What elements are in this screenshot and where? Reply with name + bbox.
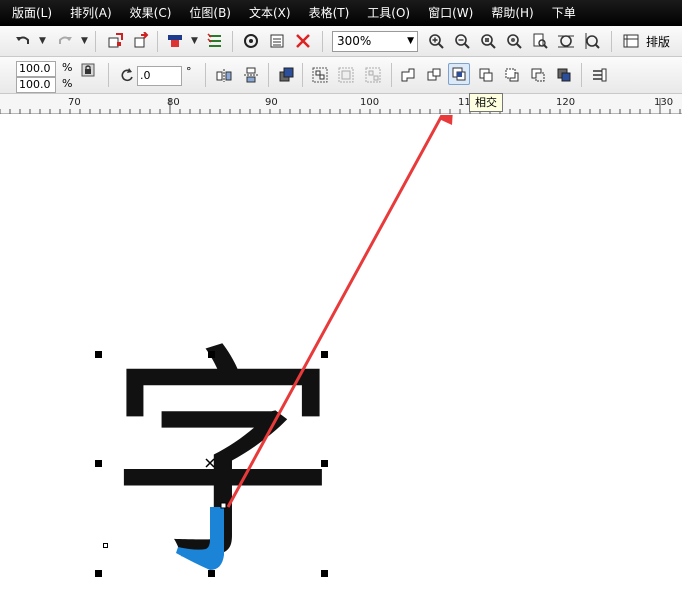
ungroup-icon[interactable] — [335, 64, 357, 86]
annotation-arrow-line — [226, 115, 444, 508]
separator — [322, 31, 323, 52]
canvas-overlay — [176, 115, 453, 570]
selection-handle-tl[interactable] — [95, 351, 102, 358]
horizontal-ruler[interactable]: 70 80 90 100 11 120 130 — [0, 94, 682, 114]
width-unit-label: % — [62, 61, 73, 74]
arrange-icon[interactable] — [275, 64, 297, 86]
menu-layout[interactable]: 版面(L) — [0, 0, 61, 26]
menu-arrange[interactable]: 排列(A) — [61, 0, 121, 26]
separator — [581, 63, 582, 87]
ruler-label: 120 — [556, 97, 576, 108]
selection-handle-mr[interactable] — [321, 460, 328, 467]
separator — [205, 63, 206, 87]
selection-handle-tc[interactable] — [208, 351, 215, 358]
annotation-arrow-head — [439, 115, 453, 125]
drawing-canvas[interactable]: 字 — [0, 115, 682, 597]
selection-handle-ml[interactable] — [95, 460, 102, 467]
separator — [108, 63, 109, 87]
ruler-ticks — [0, 98, 681, 114]
menu-bar: 版面(L) 排列(A) 效果(C) 位图(B) 文本(X) 表格(T) 工具(O… — [0, 0, 682, 26]
rotation-angle-field[interactable]: .0 — [137, 66, 182, 86]
menu-effects[interactable]: 效果(C) — [121, 0, 181, 26]
center-mark-icon — [205, 458, 215, 468]
separator — [391, 63, 392, 87]
import-icon[interactable] — [104, 30, 126, 52]
menu-text[interactable]: 文本(X) — [240, 0, 300, 26]
zoom-in-icon[interactable] — [425, 30, 447, 52]
mirror-h-icon[interactable] — [213, 64, 235, 86]
node-handle — [220, 502, 227, 509]
intersect-tooltip: 相交 — [469, 93, 503, 112]
redo-dropdown-icon[interactable]: ▼ — [81, 36, 88, 46]
separator — [232, 31, 233, 52]
lock-ratio-icon[interactable] — [78, 60, 98, 80]
launcher-icon[interactable] — [204, 30, 226, 52]
publish-pdf-icon[interactable] — [164, 30, 186, 52]
trim-icon[interactable] — [423, 64, 445, 86]
layout-icon[interactable] — [620, 30, 642, 52]
scale-width-field[interactable]: 100.0 — [16, 61, 56, 77]
ruler-label: 90 — [265, 97, 278, 108]
mirror-v-icon[interactable] — [240, 64, 262, 86]
menu-help[interactable]: 帮助(H) — [482, 0, 542, 26]
undo-dropdown-icon[interactable]: ▼ — [39, 36, 46, 46]
menu-window[interactable]: 窗口(W) — [419, 0, 482, 26]
ruler-label: 70 — [68, 97, 81, 108]
separator — [268, 63, 269, 87]
back-minus-front-icon[interactable] — [527, 64, 549, 86]
rotate-icon[interactable] — [116, 64, 138, 86]
degree-unit-label: ° — [186, 65, 192, 78]
selection-handle-bc[interactable] — [208, 570, 215, 577]
separator — [611, 31, 612, 52]
ruler-label: 80 — [167, 97, 180, 108]
zoom-out-icon[interactable] — [451, 30, 473, 52]
node-handle-small[interactable] — [103, 543, 108, 548]
chevron-down-icon: ▼ — [407, 36, 414, 46]
options-icon[interactable] — [240, 30, 262, 52]
redo-icon[interactable] — [54, 30, 76, 52]
menu-bitmaps[interactable]: 位图(B) — [180, 0, 240, 26]
separator — [95, 31, 96, 52]
zoom-selected-icon[interactable] — [477, 30, 499, 52]
selection-handle-br[interactable] — [321, 570, 328, 577]
zoom-height-icon[interactable] — [581, 30, 603, 52]
ruler-label: 130 — [654, 97, 674, 108]
layout-label[interactable]: 排版 — [646, 33, 670, 50]
boundary-icon[interactable] — [553, 64, 575, 86]
simplify-icon[interactable] — [475, 64, 497, 86]
intersect-shape — [176, 507, 224, 570]
separator — [302, 63, 303, 87]
menu-tools[interactable]: 工具(O) — [358, 0, 419, 26]
create-boundary-icon[interactable] — [588, 64, 610, 86]
property-bar: 100.0 100.0 % % .0 ° — [0, 57, 682, 94]
ruler-label: 100 — [360, 97, 380, 108]
view-manager-icon[interactable] — [266, 30, 288, 52]
ungroup-all-icon[interactable] — [362, 64, 384, 86]
zoom-level-select[interactable]: 300% ▼ — [332, 31, 418, 52]
zoom-page-icon[interactable] — [529, 30, 551, 52]
separator — [157, 31, 158, 52]
group-icon[interactable] — [309, 64, 331, 86]
zoom-all-icon[interactable] — [503, 30, 525, 52]
weld-icon[interactable] — [397, 64, 419, 86]
front-minus-back-icon[interactable] — [501, 64, 523, 86]
menu-table[interactable]: 表格(T) — [300, 0, 359, 26]
height-unit-label: % — [62, 77, 73, 90]
export-icon[interactable] — [130, 30, 152, 52]
zoom-level-value: 300% — [337, 34, 372, 48]
scale-height-field[interactable]: 100.0 — [16, 77, 56, 93]
standard-toolbar: ▼ ▼ ▼ 300% ▼ 排版 — [0, 26, 682, 57]
menu-order[interactable]: 下单 — [543, 0, 585, 26]
selection-handle-tr[interactable] — [321, 351, 328, 358]
zoom-width-icon[interactable] — [555, 30, 577, 52]
intersect-icon[interactable] — [448, 63, 470, 85]
undo-icon[interactable] — [12, 30, 34, 52]
publish-dropdown-icon[interactable]: ▼ — [191, 36, 198, 46]
selection-handle-bl[interactable] — [95, 570, 102, 577]
snap-off-icon[interactable] — [292, 30, 314, 52]
